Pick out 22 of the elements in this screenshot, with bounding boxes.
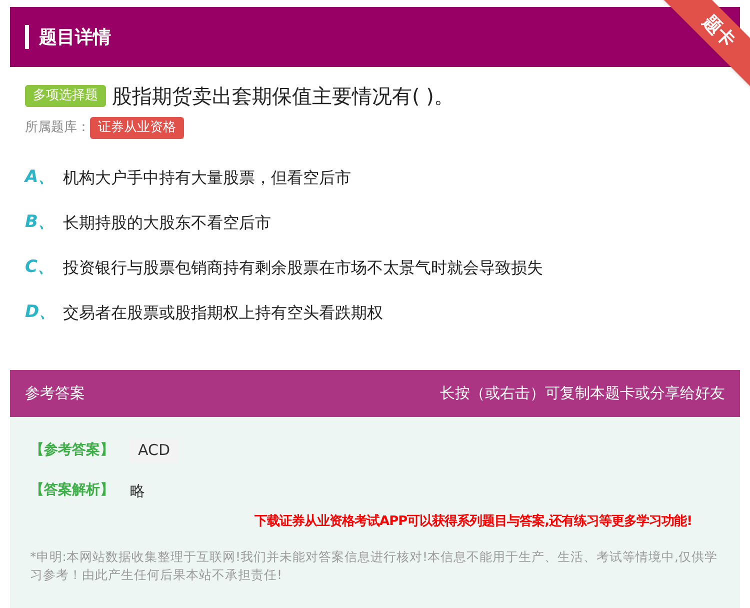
option-letter: D、 (25, 300, 58, 324)
analysis-label: 【答案解析】 (30, 480, 115, 500)
share-hint: 长按（或右击）可复制本题卡或分享给好友 (440, 383, 725, 404)
option-letter: B、 (25, 210, 56, 234)
bank-tag: 证券从业资格 (90, 117, 184, 139)
page-title: 题目详情 (39, 26, 111, 50)
option-letter: C、 (25, 256, 56, 279)
bank-label: 所属题库： (25, 119, 90, 138)
analysis-text: 略 (130, 480, 145, 502)
accent-bar-icon (25, 25, 29, 49)
option-text: 交易者在股票或股指期权上持有空头看跌期权 (63, 302, 383, 324)
disclaimer-text: *申明:本网站数据收集整理于互联网!我们并未能对答案信息进行核对!本信息不能用于生产、生活、考试等情境中,仅供学习参考！由此产生任何后果本站不承担责任! (30, 548, 718, 584)
option-text: 机构大户手中持有大量股票，但看空后市 (63, 166, 351, 188)
answer-value: ACD (130, 439, 178, 462)
question-text: 股指期货卖出套期保值主要情况有( )。 (112, 83, 454, 110)
answer-section-title: 参考答案 (25, 383, 85, 404)
promo-text: 下载证券从业资格考试APP可以获得系列题目与答案,还有练习等更多学习功能! (254, 512, 693, 531)
answer-label: 【参考答案】 (30, 440, 115, 460)
option-text: 投资银行与股票包销商持有剩余股票在市场不太景气时就会导致损失 (63, 256, 543, 278)
option-text: 长期持股的大股东不看空后市 (63, 212, 271, 234)
option-letter: A、 (25, 166, 56, 189)
question-type-tag: 多项选择题 (25, 85, 106, 107)
